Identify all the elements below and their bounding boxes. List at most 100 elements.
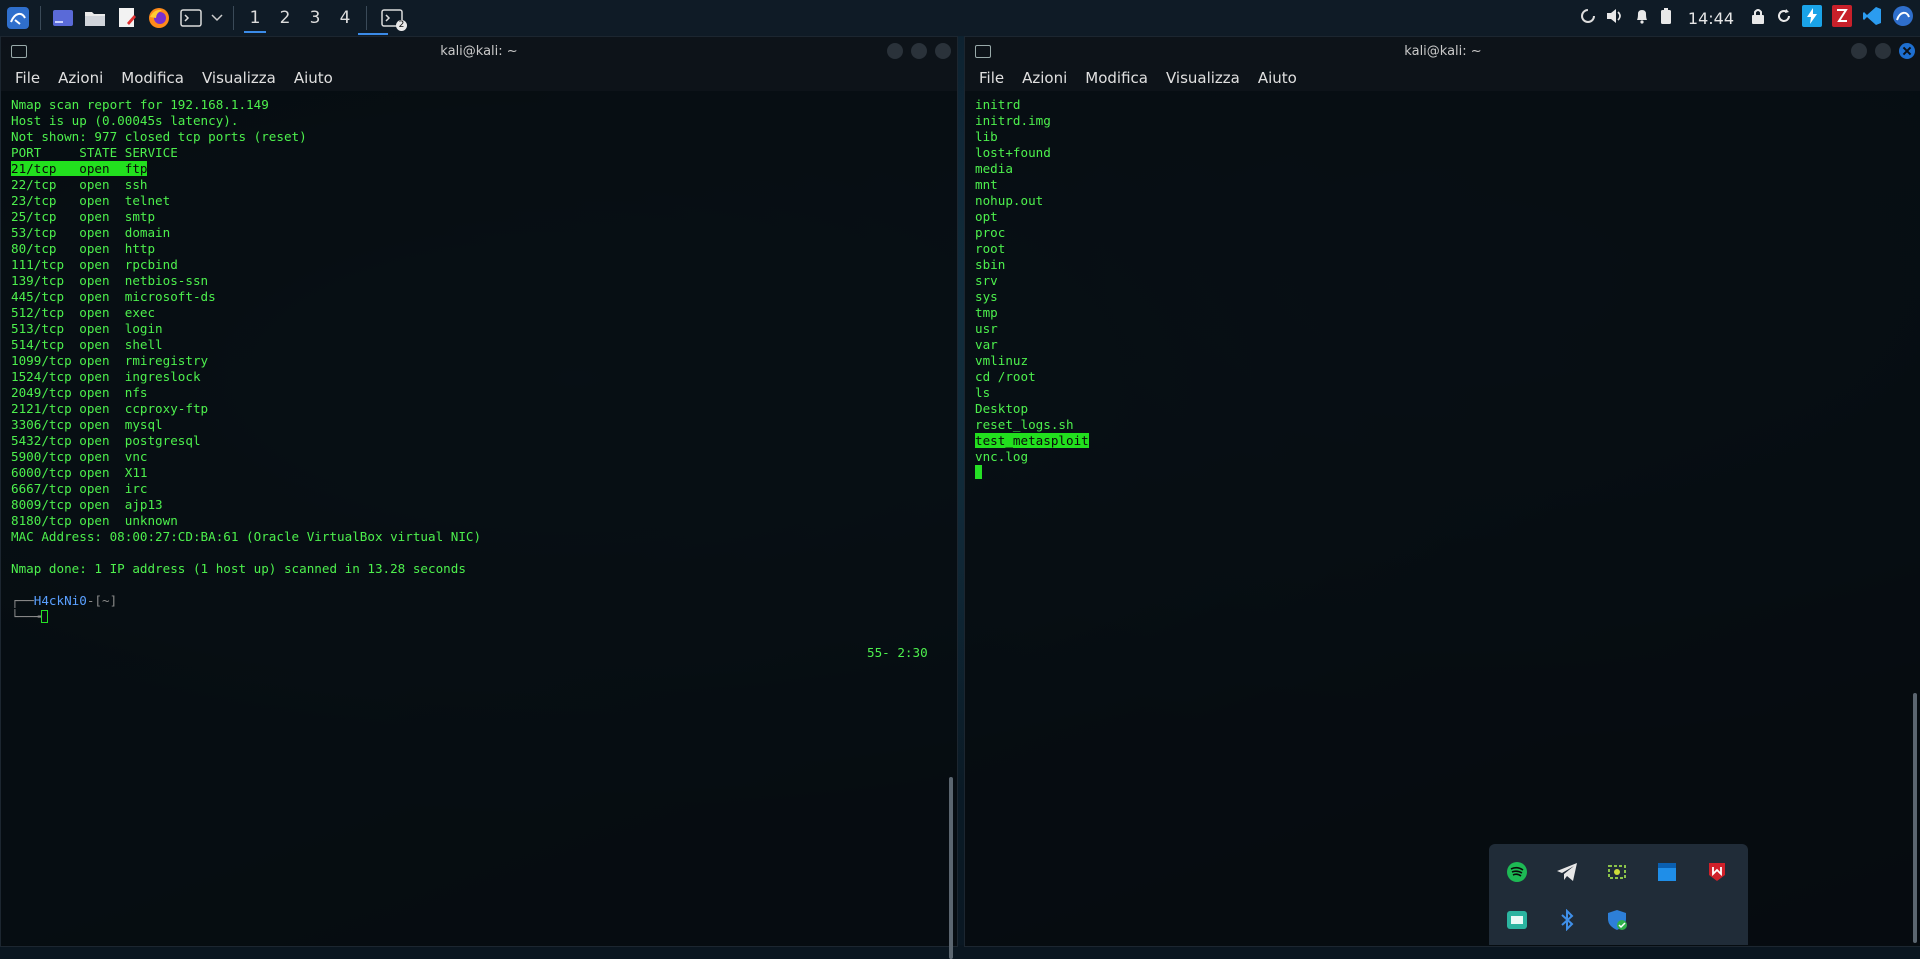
menu-aiuto[interactable]: Aiuto	[1258, 69, 1297, 87]
window-icon	[975, 45, 991, 58]
mcafee-icon[interactable]	[1705, 860, 1729, 884]
port-line: 8009/tcp open ajp13	[11, 497, 163, 512]
firefox-icon[interactable]	[145, 4, 173, 32]
menu-file[interactable]: File	[15, 69, 40, 87]
left-terminal-titlebar[interactable]: kali@kali: ~	[1, 37, 957, 65]
spotify-icon[interactable]	[1505, 860, 1529, 884]
window-app-icon[interactable]	[1655, 860, 1679, 884]
ls-line: test_metasploit	[975, 433, 1089, 448]
ls-line: lost+found	[975, 145, 1051, 160]
port-line: 1099/tcp open rmiregistry	[11, 353, 209, 368]
port-line: 6667/tcp open irc	[11, 481, 148, 496]
ls-line: media	[975, 161, 1013, 176]
port-line: 445/tcp open microsoft-ds	[11, 289, 216, 304]
security-shield-icon[interactable]	[1605, 908, 1629, 932]
refresh-icon[interactable]	[1776, 8, 1792, 28]
right-terminal-output[interactable]: initrd initrd.img lib lost+found media mnt noh…	[965, 91, 1920, 481]
nmap-done-line: Nmap done: 1 IP address (1 host up) scan…	[11, 561, 466, 576]
maximize-button[interactable]	[911, 43, 927, 59]
kali-menu-icon[interactable]	[4, 4, 32, 32]
port-line: 25/tcp open smtp	[11, 209, 156, 224]
right-terminal-titlebar[interactable]: kali@kali: ~	[965, 37, 1920, 65]
port-line: 23/tcp open telnet	[11, 193, 171, 208]
bluetooth-icon[interactable]	[1555, 908, 1579, 932]
output-line: PORT STATE SERVICE	[11, 145, 178, 160]
menu-azioni[interactable]: Azioni	[1022, 69, 1067, 87]
port-line: 53/tcp open domain	[11, 225, 171, 240]
left-scrollbar[interactable]	[949, 777, 953, 959]
lock-icon[interactable]	[1750, 8, 1766, 28]
menu-aiuto[interactable]: Aiuto	[294, 69, 333, 87]
workspace-4[interactable]: 4	[330, 3, 360, 33]
ls-line: ls	[975, 385, 991, 400]
prompt-user: H4ckNi0	[33, 593, 87, 608]
telegram-icon[interactable]	[1555, 860, 1579, 884]
ls-line: sys	[975, 289, 998, 304]
port-line: 21/tcp open ftp	[11, 161, 148, 176]
screenshot-tool-icon[interactable]	[1605, 860, 1629, 884]
right-scrollbar[interactable]	[1913, 693, 1917, 943]
system-tray-popup	[1489, 844, 1748, 945]
minimize-button[interactable]	[1851, 43, 1867, 59]
ls-line: cd /root	[975, 369, 1036, 384]
port-line: 22/tcp open ssh	[11, 177, 148, 192]
file-manager-icon[interactable]	[81, 4, 109, 32]
menu-file[interactable]: File	[979, 69, 1004, 87]
port-line: 514/tcp open shell	[11, 337, 163, 352]
ls-line: sbin	[975, 257, 1006, 272]
menu-modifica[interactable]: Modifica	[121, 69, 184, 87]
terminal-cursor	[41, 610, 49, 623]
workspace-1[interactable]: 1	[240, 3, 270, 33]
battery-icon[interactable]	[1660, 7, 1672, 29]
workspace-3[interactable]: 3	[300, 3, 330, 33]
bell-icon[interactable]	[1634, 8, 1650, 28]
prompt-status-right: 55- 2:30	[867, 645, 928, 660]
taskbar: 1 2 3 4 2 14:44	[0, 0, 1920, 36]
chevron-down-icon[interactable]	[209, 4, 225, 32]
ls-line: mnt	[975, 177, 998, 192]
output-line: Not shown: 977 closed tcp ports (reset)	[11, 129, 307, 144]
port-line: 139/tcp open netbios-ssn	[11, 273, 209, 288]
menu-modifica[interactable]: Modifica	[1085, 69, 1148, 87]
port-line: 111/tcp open rpcbind	[11, 257, 178, 272]
show-desktop-icon[interactable]	[49, 4, 77, 32]
menu-visualizza[interactable]: Visualizza	[202, 69, 276, 87]
prompt-line-bottom: └──╼	[11, 609, 957, 625]
window-title: kali@kali: ~	[1404, 43, 1482, 59]
ls-line: srv	[975, 273, 998, 288]
menu-visualizza[interactable]: Visualizza	[1166, 69, 1240, 87]
filezilla-icon[interactable]	[1832, 5, 1852, 31]
remote-app-icon[interactable]	[1505, 908, 1529, 932]
workspace-2[interactable]: 2	[270, 3, 300, 33]
terminal-task-button[interactable]: 2	[375, 4, 409, 32]
maximize-button[interactable]	[1875, 43, 1891, 59]
terminal-icon[interactable]	[177, 4, 205, 32]
ls-line: vnc.log	[975, 449, 1029, 464]
right-terminal-menubar: File Azioni Modifica Visualizza Aiuto	[965, 65, 1920, 91]
port-line: 2121/tcp open ccproxy-ftp	[11, 401, 209, 416]
ls-line: lib	[975, 129, 998, 144]
close-button[interactable]	[935, 43, 951, 59]
port-line: 1524/tcp open ingreslock	[11, 369, 201, 384]
text-editor-icon[interactable]	[113, 4, 141, 32]
ls-line: reset_logs.sh	[975, 417, 1074, 432]
bolt-app-icon[interactable]	[1802, 5, 1822, 31]
port-line: 2049/tcp open nfs	[11, 385, 148, 400]
ls-line: proc	[975, 225, 1006, 240]
ls-line: nohup.out	[975, 193, 1044, 208]
clock[interactable]: 14:44	[1688, 9, 1734, 28]
port-line: 512/tcp open exec	[11, 305, 156, 320]
minimize-button[interactable]	[887, 43, 903, 59]
volume-icon[interactable]	[1606, 8, 1624, 28]
vscode-icon[interactable]	[1862, 6, 1882, 30]
close-button[interactable]	[1899, 43, 1915, 59]
ls-line: vmlinuz	[975, 353, 1029, 368]
left-terminal-menubar: File Azioni Modifica Visualizza Aiuto	[1, 65, 957, 91]
task-active-indicator	[358, 33, 388, 35]
kali-icon[interactable]	[1892, 5, 1914, 31]
prompt-line-top: ┌──H4ckNi0-[~]	[11, 593, 118, 608]
window-title: kali@kali: ~	[440, 43, 518, 59]
menu-azioni[interactable]: Azioni	[58, 69, 103, 87]
port-line: 8180/tcp open unknown	[11, 513, 178, 528]
left-terminal-output[interactable]: Nmap scan report for 192.168.1.149 Host i…	[1, 91, 957, 625]
